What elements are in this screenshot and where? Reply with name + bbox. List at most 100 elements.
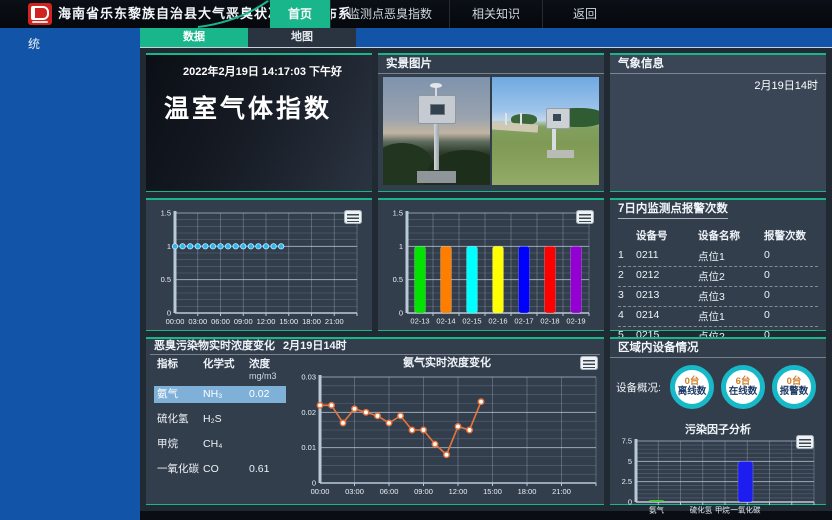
chart-toolbox-icon[interactable] [344, 210, 362, 224]
datetime-text: 2022年2月19日 14:17:03 下午好 [183, 63, 342, 79]
svg-text:0.5: 0.5 [161, 275, 171, 284]
menu-item-odor-index[interactable]: 监测点恶臭指数 [330, 0, 449, 28]
svg-text:硫化氢: 硫化氢 [690, 505, 713, 515]
photos-panel: 实景图片 [378, 53, 604, 192]
svg-text:15:00: 15:00 [279, 317, 298, 326]
svg-text:03:00: 03:00 [345, 487, 364, 496]
device-overview: 设备概况: 0台离线数 6台在线数 0台报警数 [616, 359, 820, 415]
svg-text:0: 0 [399, 309, 403, 318]
svg-text:00:00: 00:00 [311, 487, 330, 496]
factor-bars-chart: 0 2.5 5 7.5 氨气 硫化氢甲烷一氧化碳 [614, 437, 820, 515]
svg-text:12:00: 12:00 [257, 317, 276, 326]
svg-text:0: 0 [628, 498, 632, 507]
screen: 海南省乐东黎族自治县大气恶臭状况实时发布系 首页 监测点恶臭指数 相关知识 返回… [0, 0, 832, 520]
svg-text:2.5: 2.5 [622, 477, 632, 486]
top-navbar: 海南省乐东黎族自治县大气恶臭状况实时发布系 首页 监测点恶臭指数 相关知识 返回 [0, 0, 832, 28]
svg-text:5: 5 [628, 457, 632, 466]
svg-text:7.5: 7.5 [622, 437, 632, 446]
dashboard: 2022年2月19日 14:17:03 下午好 温室气体指数 实景图片 [140, 47, 832, 511]
tab-data[interactable]: 数据 [140, 28, 248, 47]
pollutant-time: 2月19日14时 [283, 340, 347, 352]
alarm-panel-title: 7日内监测点报警次数 [610, 200, 826, 218]
svg-text:21:00: 21:00 [325, 317, 344, 326]
svg-text:02-13: 02-13 [410, 317, 429, 326]
app-logo[interactable] [28, 3, 52, 25]
alarm-table-row: 40214点位10 [618, 307, 818, 327]
weather-panel-title: 气象信息 [610, 55, 826, 74]
svg-text:00:00: 00:00 [166, 317, 185, 326]
nh3-chart-block: 氨气实时浓度变化 00.010.020.0300:0003:0006:0009:… [290, 356, 604, 502]
page-title: 温室气体指数 [164, 89, 332, 125]
svg-text:1.5: 1.5 [161, 209, 171, 218]
pollutant-table-row[interactable]: 甲烷CH₄ [154, 436, 286, 453]
svg-text:一氧化碳: 一氧化碳 [730, 505, 760, 515]
chart-toolbox-icon[interactable] [576, 210, 594, 224]
svg-text:18:00: 18:00 [302, 317, 321, 326]
daily-bars-chart: 00.511.502-1302-1402-1502-1602-1702-1802… [381, 205, 599, 329]
svg-text:0.01: 0.01 [301, 443, 316, 452]
pollutant-panel: 恶臭污染物实时浓度变化2月19日14时 指标 化学式 浓度mg/m3 氨气NH₃… [146, 337, 604, 505]
svg-text:氨气: 氨气 [649, 505, 664, 515]
greenhouse-line-chart: 00.511.500:0003:0006:0009:0012:0015:0018… [149, 205, 367, 329]
left-sidebar: 统 [0, 28, 140, 520]
svg-text:09:00: 09:00 [234, 317, 253, 326]
stat-online: 6台在线数 [721, 365, 765, 409]
svg-text:0.03: 0.03 [301, 373, 316, 382]
pollutant-table: 指标 化学式 浓度mg/m3 氨气NH₃0.02 硫化氢H₂S 甲烷CH₄ 一氧化碳C… [150, 356, 290, 502]
weather-time: 2月19日14时 [754, 77, 818, 93]
svg-text:02-16: 02-16 [488, 317, 507, 326]
photos-panel-title: 实景图片 [378, 55, 604, 74]
svg-text:0.5: 0.5 [393, 275, 403, 284]
stat-alarm: 0台报警数 [772, 365, 816, 409]
svg-text:1.5: 1.5 [393, 209, 403, 218]
menu-item-return[interactable]: 返回 [542, 0, 627, 28]
menu-item-knowledge[interactable]: 相关知识 [449, 0, 542, 28]
pollutant-table-header: 指标 化学式 浓度mg/m3 [154, 358, 286, 382]
tab-bar: 数据 地图 [140, 28, 832, 47]
alarm-table-row: 30213点位30 [618, 287, 818, 307]
devices-panel-title: 区域内设备情况 [610, 339, 826, 358]
svg-text:21:00: 21:00 [552, 487, 571, 496]
alarm-table-header: # 设备号 设备名称 报警次数 [618, 226, 818, 247]
svg-text:02-19: 02-19 [566, 317, 585, 326]
menu-item-home[interactable]: 首页 [270, 0, 330, 28]
chart-toolbox-icon[interactable] [580, 356, 598, 370]
greenhouse-line-panel: 00.511.500:0003:0006:0009:0012:0015:0018… [146, 198, 372, 331]
pollutant-table-row[interactable]: 氨气NH₃0.02 [154, 386, 286, 403]
factor-chart-block: 0 2.5 5 7.5 氨气 硫化氢甲烷一氧化碳 [614, 437, 820, 520]
svg-text:15:00: 15:00 [483, 487, 502, 496]
title-wrapped-char: 统 [28, 35, 40, 52]
svg-text:0.02: 0.02 [301, 408, 316, 417]
alarm-table-row: 10211点位10 [618, 247, 818, 267]
greeting-panel: 2022年2月19日 14:17:03 下午好 温室气体指数 [146, 53, 372, 192]
svg-text:1: 1 [399, 242, 403, 251]
nh3-chart-title: 氨气实时浓度变化 [290, 356, 604, 371]
svg-text:06:00: 06:00 [211, 317, 230, 326]
svg-text:02-18: 02-18 [540, 317, 559, 326]
daily-bars-panel: 00.511.502-1302-1402-1502-1602-1702-1802… [378, 198, 604, 331]
photo-monitor-station-dusk [383, 77, 490, 185]
pollutant-table-row[interactable]: 一氧化碳CO0.61 [154, 461, 286, 478]
main-menu: 首页 监测点恶臭指数 相关知识 返回 [270, 0, 627, 28]
teal-swoosh-decoration [196, 0, 274, 28]
alarm-table-panel: 7日内监测点报警次数 # 设备号 设备名称 报警次数 10211点位102021… [610, 198, 826, 331]
svg-text:02-14: 02-14 [436, 317, 455, 326]
weather-panel: 气象信息 2月19日14时 [610, 53, 826, 192]
device-stat-circles: 0台离线数 6台在线数 0台报警数 [670, 365, 820, 409]
tab-map[interactable]: 地图 [248, 28, 356, 47]
svg-text:06:00: 06:00 [380, 487, 399, 496]
alarm-table-row: 20212点位20 [618, 267, 818, 287]
svg-text:18:00: 18:00 [518, 487, 537, 496]
chart-toolbox-icon[interactable] [796, 435, 814, 449]
logo-glyph-icon [31, 6, 49, 20]
pollutant-table-row[interactable]: 硫化氢H₂S [154, 411, 286, 428]
logo-subtext-decoration [32, 21, 48, 23]
photo-row [383, 77, 599, 185]
stat-offline: 0台离线数 [670, 365, 714, 409]
svg-text:02-17: 02-17 [514, 317, 533, 326]
svg-text:甲烷: 甲烷 [715, 505, 730, 515]
photo-monitor-station-field [492, 77, 599, 185]
pollutant-panel-title: 恶臭污染物实时浓度变化2月19日14时 [150, 339, 600, 355]
device-overview-label: 设备概况: [616, 380, 670, 395]
svg-text:1: 1 [167, 242, 171, 251]
